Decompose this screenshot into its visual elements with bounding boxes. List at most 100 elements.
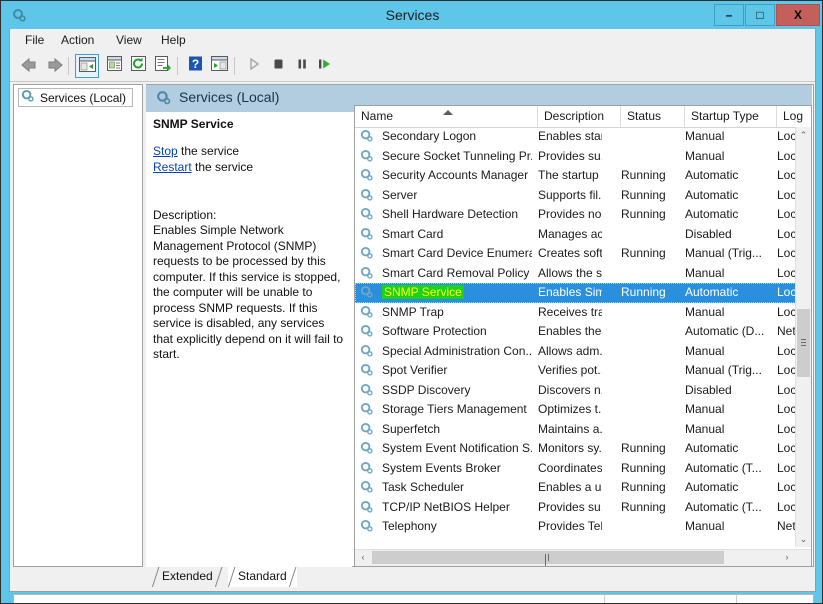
service-gear-icon bbox=[360, 402, 375, 417]
column-name[interactable]: Name bbox=[355, 106, 538, 127]
table-row[interactable]: SSDP Discovery Discovers n... Disabled Loc bbox=[355, 381, 796, 401]
table-row[interactable]: Storage Tiers Management Optimizes t... Ma… bbox=[355, 400, 796, 420]
table-row[interactable]: Smart Card Device Enumera... Creates soft… bbox=[355, 244, 796, 264]
column-startup-type[interactable]: Startup Type bbox=[685, 106, 777, 127]
horizontal-scroll-thumb[interactable] bbox=[372, 551, 724, 566]
cell-log-on-as: Loc bbox=[777, 480, 796, 494]
scroll-left-button[interactable]: ‹ bbox=[355, 550, 371, 565]
menu-file[interactable]: File bbox=[18, 32, 51, 49]
show-hide-console-tree-button[interactable] bbox=[75, 54, 99, 78]
table-row[interactable]: System Event Notification S... Monitors s… bbox=[355, 439, 796, 459]
properties-button[interactable] bbox=[102, 54, 126, 78]
column-description[interactable]: Description bbox=[538, 106, 621, 127]
cell-service-name: Task Scheduler bbox=[382, 480, 465, 494]
cell-startup-type: Automatic (T... bbox=[685, 460, 762, 475]
pause-service-button[interactable] bbox=[290, 54, 314, 78]
title-bar: Services – □ X bbox=[2, 2, 822, 29]
services-gear-icon bbox=[21, 89, 36, 107]
list-column-headers: Name Description Status Startup Type Log bbox=[355, 106, 811, 128]
cell-log-on-as: Net bbox=[777, 324, 796, 338]
menu-action[interactable]: Action bbox=[54, 32, 101, 49]
start-service-button[interactable] bbox=[242, 54, 266, 78]
menu-bar: File Action View Help bbox=[10, 29, 815, 52]
column-log-on-as[interactable]: Log bbox=[777, 106, 811, 127]
table-row[interactable]: SNMP Trap Receives tra... Manual Loc bbox=[355, 303, 796, 323]
cell-description: Manages ac... bbox=[538, 226, 602, 241]
help-button[interactable]: ? bbox=[184, 54, 208, 78]
service-gear-icon bbox=[360, 344, 375, 359]
cell-service-name: Smart Card bbox=[382, 226, 444, 241]
scroll-grip-icon bbox=[801, 339, 806, 347]
cell-service-name: Superfetch bbox=[382, 421, 441, 436]
tab-standard[interactable]: Standard bbox=[228, 567, 297, 587]
service-gear-icon bbox=[360, 149, 375, 164]
cell-log-on-as: Loc bbox=[777, 499, 796, 514]
view-tabs: Extended Standard bbox=[146, 567, 814, 588]
vertical-scrollbar[interactable]: ⌃ ⌄ bbox=[795, 127, 811, 547]
minimize-button[interactable]: – bbox=[714, 4, 744, 26]
cell-service-name: Software Protection bbox=[382, 324, 487, 338]
export-list-button[interactable] bbox=[150, 54, 174, 78]
table-row[interactable]: Spot Verifier Verifies pot... Manual (Trig… bbox=[355, 361, 796, 381]
table-row[interactable]: Shell Hardware Detection Provides no... Ru… bbox=[355, 205, 796, 225]
scroll-down-button[interactable]: ⌄ bbox=[796, 531, 811, 547]
stop-service-button[interactable] bbox=[266, 54, 290, 78]
table-row[interactable]: Task Scheduler Enables a us... Running Auto… bbox=[355, 478, 796, 498]
column-status[interactable]: Status bbox=[621, 106, 685, 127]
close-button[interactable]: X bbox=[776, 4, 820, 26]
table-row[interactable]: Smart Card Removal Policy Allows the s...… bbox=[355, 264, 796, 284]
table-row[interactable]: Telephony Provides Tel... Manual Net bbox=[355, 517, 796, 537]
cell-status: Running bbox=[621, 246, 666, 260]
stop-the-service-link[interactable]: Stop bbox=[153, 144, 178, 158]
cell-service-name: SSDP Discovery bbox=[382, 382, 471, 397]
cell-service-name: Security Accounts Manager bbox=[382, 168, 529, 182]
forward-button[interactable] bbox=[42, 54, 66, 78]
toolbar-separator-3 bbox=[234, 57, 235, 75]
cell-description: Enables a us... bbox=[538, 480, 602, 494]
restart-service-button[interactable] bbox=[313, 54, 337, 78]
stop-action-suffix: the service bbox=[177, 144, 240, 158]
cell-description: Verifies pot... bbox=[538, 363, 602, 377]
tab-edge-right bbox=[289, 567, 297, 587]
table-row[interactable]: System Events Broker Coordinates... Runnin… bbox=[355, 459, 796, 479]
cell-startup-type: Automatic bbox=[685, 480, 739, 494]
sidebar-item-services-local[interactable]: Services (Local) bbox=[18, 88, 134, 107]
table-row[interactable]: Special Administration Con... Allows adm.… bbox=[355, 342, 796, 362]
cell-service-name: SNMP Trap bbox=[382, 304, 444, 319]
tab-extended[interactable]: Extended bbox=[152, 567, 223, 587]
show-action-pane-button[interactable] bbox=[207, 54, 231, 78]
vertical-scroll-thumb[interactable] bbox=[797, 309, 810, 377]
refresh-button[interactable] bbox=[126, 54, 150, 78]
cell-service-name: Server bbox=[382, 187, 418, 202]
cell-log-on-as: Loc bbox=[777, 246, 796, 260]
menu-help[interactable]: Help bbox=[154, 32, 193, 49]
cell-status: Running bbox=[621, 499, 666, 514]
scroll-up-button[interactable]: ⌃ bbox=[796, 127, 811, 143]
maximize-button[interactable]: □ bbox=[745, 4, 775, 26]
restart-action-suffix: the service bbox=[191, 160, 254, 174]
table-row[interactable]: Secure Socket Tunneling Pr... Provides su… bbox=[355, 147, 796, 167]
cell-startup-type: Manual bbox=[685, 304, 725, 319]
scroll-right-button[interactable]: › bbox=[779, 550, 795, 565]
cell-description: Provides su... bbox=[538, 148, 602, 163]
table-row[interactable]: Smart Card Manages ac... Disabled Loc bbox=[355, 225, 796, 245]
cell-description: Receives tra... bbox=[538, 304, 602, 319]
table-row[interactable]: Software Protection Enables the ... Automa… bbox=[355, 322, 796, 342]
service-gear-icon bbox=[360, 227, 375, 242]
cell-log-on-as: Loc bbox=[777, 402, 796, 416]
table-row[interactable]: Superfetch Maintains a... Manual Loc bbox=[355, 420, 796, 440]
cell-description: Supports fil... bbox=[538, 187, 602, 202]
cell-description: Monitors sy... bbox=[538, 441, 602, 455]
horizontal-scrollbar[interactable]: ‹ › bbox=[355, 549, 811, 566]
table-row[interactable]: Security Accounts Manager The startup ...… bbox=[355, 166, 796, 186]
cell-description: Optimizes t... bbox=[538, 402, 602, 416]
table-row[interactable]: Server Supports fil... Running Automatic Loc bbox=[355, 186, 796, 206]
table-row[interactable]: Secondary Logon Enables star... Manual Loc bbox=[355, 127, 796, 147]
restart-the-service-link[interactable]: Restart bbox=[153, 160, 192, 174]
table-row[interactable]: TCP/IP NetBIOS Helper Provides su... Runni… bbox=[355, 498, 796, 518]
back-button[interactable] bbox=[18, 54, 42, 78]
cell-startup-type: Manual (Trig... bbox=[685, 363, 762, 377]
menu-view[interactable]: View bbox=[109, 32, 149, 49]
table-row[interactable]: SNMP ServiceEnables Sim...RunningAutomat… bbox=[355, 283, 796, 303]
cell-log-on-as: Loc bbox=[777, 265, 796, 280]
